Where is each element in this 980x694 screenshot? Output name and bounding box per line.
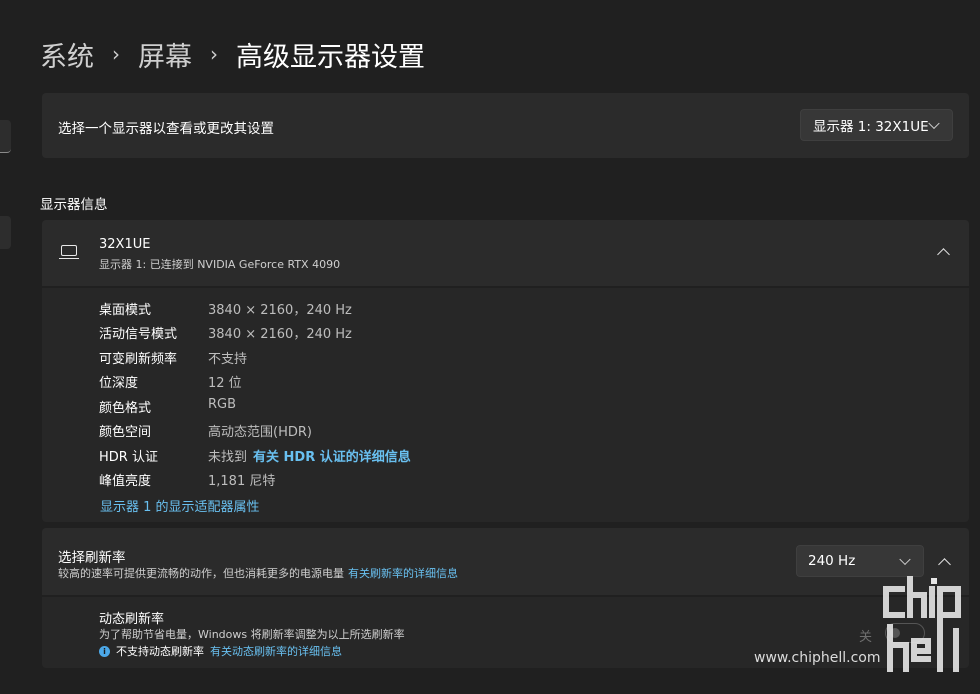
display-info-header[interactable]: 32X1UE 显示器 1: 已连接到 NVIDIA GeForce RTX 40… bbox=[42, 220, 969, 286]
info-value: 12 位 bbox=[208, 376, 242, 391]
page-title: 高级显示器设置 bbox=[236, 41, 425, 73]
chevron-up-icon[interactable] bbox=[938, 558, 951, 571]
info-icon: i bbox=[99, 645, 110, 657]
dynamic-refresh-note-text: 不支持动态刷新率 bbox=[116, 645, 204, 658]
info-row: 峰值亮度 1,181 尼特 bbox=[99, 470, 275, 489]
info-key: 颜色空间 bbox=[99, 425, 152, 440]
hdr-cert-link[interactable]: 有关 HDR 认证的详细信息 bbox=[253, 446, 411, 465]
dynamic-refresh-link[interactable]: 有关动态刷新率的详细信息 bbox=[210, 643, 342, 659]
monitor-icon bbox=[59, 245, 79, 261]
refresh-rate-title: 选择刷新率 bbox=[58, 550, 126, 566]
breadcrumb-system[interactable]: 系统 bbox=[40, 35, 94, 74]
refresh-rate-link[interactable]: 有关刷新率的详细信息 bbox=[348, 567, 458, 580]
dynamic-refresh-note: i 不支持动态刷新率 有关动态刷新率的详细信息 bbox=[99, 643, 342, 659]
info-key: 峰值亮度 bbox=[99, 474, 152, 489]
info-row: HDR 认证 未找到 有关 HDR 认证的详细信息 bbox=[99, 446, 411, 465]
toggle-label: 关 bbox=[859, 630, 873, 645]
adapter-properties-link[interactable]: 显示器 1 的显示适配器属性 bbox=[100, 496, 260, 515]
breadcrumb: 系统 › 屏幕 › 高级显示器设置 bbox=[40, 34, 425, 74]
monitor-name: 32X1UE bbox=[99, 237, 151, 252]
watermark-url: www.chiphell.com bbox=[754, 650, 881, 666]
chevron-down-icon bbox=[928, 117, 940, 130]
chevron-down-icon bbox=[899, 553, 911, 566]
info-value: 高动态范围(HDR) bbox=[208, 425, 312, 440]
info-row: 活动信号模式 3840 × 2160，240 Hz bbox=[99, 323, 352, 342]
refresh-rate-dropdown[interactable]: 240 Hz bbox=[796, 545, 924, 577]
info-value: 不支持 bbox=[208, 352, 248, 367]
refresh-rate-desc: 较高的速率可提供更流畅的动作，但也消耗更多的电源电量 bbox=[58, 567, 344, 580]
info-value: 3840 × 2160，240 Hz bbox=[208, 327, 352, 342]
dynamic-refresh-title: 动态刷新率 bbox=[99, 612, 165, 627]
info-row: 可变刷新频率 不支持 bbox=[99, 348, 247, 367]
dynamic-refresh-subtitle: 为了帮助节省电量，Windows 将刷新率调整为以上所选刷新率 bbox=[99, 628, 405, 641]
refresh-rate-subtitle: 较高的速率可提供更流畅的动作，但也消耗更多的电源电量 有关刷新率的详细信息 bbox=[58, 565, 458, 581]
info-value: 未找到 bbox=[208, 450, 248, 465]
display-info-body: 桌面模式 3840 × 2160，240 Hz 活动信号模式 3840 × 21… bbox=[42, 288, 969, 522]
display-select-card: 选择一个显示器以查看或更改其设置 显示器 1: 32X1UE bbox=[42, 93, 969, 158]
display-dropdown[interactable]: 显示器 1: 32X1UE bbox=[800, 109, 953, 141]
refresh-rate-header: 选择刷新率 较高的速率可提供更流畅的动作，但也消耗更多的电源电量 有关刷新率的详细… bbox=[42, 528, 969, 595]
info-row: 桌面模式 3840 × 2160，240 Hz bbox=[99, 299, 352, 318]
chevron-right-icon: › bbox=[210, 42, 218, 66]
info-key: HDR 认证 bbox=[99, 450, 158, 465]
info-row: 位深度 12 位 bbox=[99, 372, 242, 391]
info-row: 颜色空间 高动态范围(HDR) bbox=[99, 421, 312, 440]
info-value: 1,181 尼特 bbox=[208, 474, 276, 489]
chiphell-logo bbox=[883, 576, 961, 672]
info-key: 位深度 bbox=[99, 376, 139, 391]
refresh-rate-value: 240 Hz bbox=[808, 553, 856, 569]
info-key: 桌面模式 bbox=[99, 303, 152, 318]
info-value: 3840 × 2160，240 Hz bbox=[208, 303, 352, 318]
breadcrumb-display[interactable]: 屏幕 bbox=[138, 35, 192, 74]
section-title-display-info: 显示器信息 bbox=[40, 197, 108, 213]
display-dropdown-value: 显示器 1: 32X1UE bbox=[813, 119, 929, 135]
display-select-label: 选择一个显示器以查看或更改其设置 bbox=[58, 121, 274, 137]
info-key: 活动信号模式 bbox=[99, 327, 178, 342]
nav-item-stub[interactable] bbox=[0, 216, 11, 249]
info-value: RGB bbox=[208, 397, 237, 412]
info-key: 颜色格式 bbox=[99, 401, 152, 416]
nav-item-stub[interactable] bbox=[0, 120, 11, 153]
info-row: 颜色格式 RGB bbox=[99, 397, 236, 416]
monitor-subtitle: 显示器 1: 已连接到 NVIDIA GeForce RTX 4090 bbox=[99, 258, 341, 271]
chevron-up-icon[interactable] bbox=[937, 248, 950, 261]
info-key: 可变刷新频率 bbox=[99, 352, 178, 367]
chevron-right-icon: › bbox=[112, 42, 120, 66]
